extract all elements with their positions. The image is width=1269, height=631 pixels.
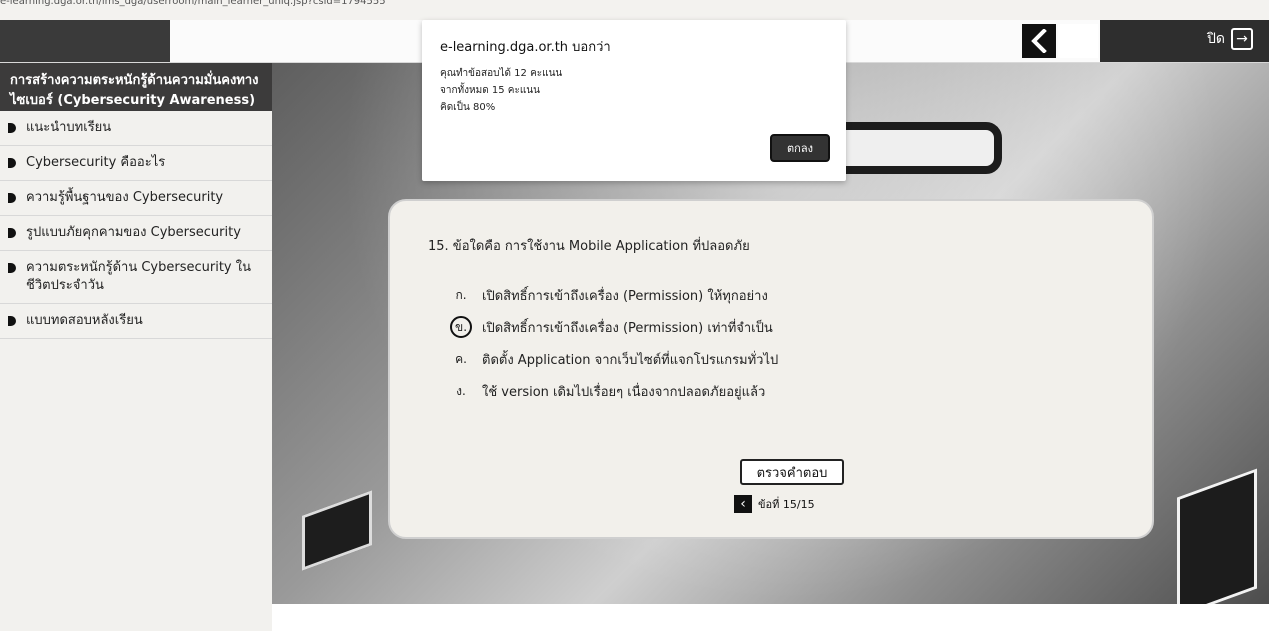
question-navigation: ‹ ข้อที่ 15/15 [734, 495, 815, 513]
dialog-host: e-learning.dga.or.th บอกว่า [440, 40, 611, 55]
close-label: ปิด [1207, 31, 1225, 47]
choice-letter: ค. [455, 351, 467, 366]
choice-text: เปิดสิทธิ์การเข้าถึงเครื่อง (Permission)… [482, 288, 768, 304]
dialog-score-line3: คิดเป็น 80% [440, 102, 496, 113]
lesson-bullet-icon [8, 123, 16, 133]
lesson-label: ความตระหนักรู้ด้าน Cybersecurity ในชีวิต… [26, 260, 251, 293]
chevron-left-icon [1031, 29, 1047, 53]
question-text: 15. ข้อใดคือ การใช้งาน Mobile Applicatio… [428, 239, 750, 254]
decorative-shape [1177, 468, 1257, 618]
lesson-label: แนะนำบทเรียน [26, 120, 112, 135]
alert-dialog: e-learning.dga.or.th บอกว่า คุณทำข้อสอบไ… [422, 20, 846, 181]
lesson-bullet-icon [8, 263, 16, 273]
lesson-item[interactable]: Cybersecurity คืออะไร [0, 146, 272, 181]
check-answer-button[interactable]: ตรวจคำตอบ [740, 459, 844, 485]
choice-text: ใช้ version เดิมไปเรื่อยๆ เนื่องจากปลอดภ… [482, 384, 766, 400]
choice-item[interactable]: ค. ติดตั้ง Application จากเว็บไซต์ที่แจก… [450, 343, 778, 375]
lesson-bullet-icon [8, 316, 16, 326]
decorative-shape [302, 490, 372, 571]
exit-icon: → [1231, 28, 1253, 50]
dialog-score-line1: คุณทำข้อสอบได้ 12 คะแนน [440, 68, 563, 79]
lesson-label: ความรู้พื้นฐานของ Cybersecurity [26, 190, 224, 205]
choice-letter: ก. [455, 287, 467, 302]
choice-item-selected[interactable]: ข. เปิดสิทธิ์การเข้าถึงเครื่อง (Permissi… [450, 311, 778, 343]
topbar-left-block [0, 20, 170, 62]
lesson-bullet-icon [8, 158, 16, 168]
choice-letter: ง. [456, 383, 466, 398]
topbar-square [1058, 24, 1098, 58]
lesson-item[interactable]: ความรู้พื้นฐานของ Cybersecurity [0, 181, 272, 216]
choice-letter-selected: ข. [450, 316, 472, 338]
course-sidebar: การสร้างความตระหนักรู้ด้านความมั่นคงทาง … [0, 63, 272, 631]
lesson-label: Cybersecurity คืออะไร [26, 155, 166, 170]
lesson-label: รูปแบบภัยคุกคามของ Cybersecurity [26, 225, 241, 240]
browser-url: e-learning.dga.or.th/lms_dga/userroom/ma… [0, 0, 386, 7]
back-button[interactable] [1022, 24, 1056, 58]
close-course-button[interactable]: ปิด → [1207, 28, 1253, 50]
choice-list: ก. เปิดสิทธิ์การเข้าถึงเครื่อง (Permissi… [450, 279, 778, 407]
ok-button[interactable]: ตกลง [770, 134, 830, 162]
question-card: 15. ข้อใดคือ การใช้งาน Mobile Applicatio… [388, 199, 1154, 539]
topbar-right-block: ปิด → [1100, 20, 1269, 62]
choice-text: ติดตั้ง Application จากเว็บไซต์ที่แจกโปร… [482, 352, 779, 368]
content-footer [272, 604, 1269, 631]
course-title: การสร้างความตระหนักรู้ด้านความมั่นคงทาง … [0, 63, 272, 111]
previous-question-icon[interactable]: ‹ [734, 495, 752, 513]
lesson-item[interactable]: ความตระหนักรู้ด้าน Cybersecurity ในชีวิต… [0, 251, 272, 304]
lesson-bullet-icon [8, 228, 16, 238]
dialog-score-line2: จากทั้งหมด 15 คะแนน [440, 85, 540, 96]
choice-item[interactable]: ก. เปิดสิทธิ์การเข้าถึงเครื่อง (Permissi… [450, 279, 778, 311]
lesson-item[interactable]: รูปแบบภัยคุกคามของ Cybersecurity [0, 216, 272, 251]
course-title-line2: ไซเบอร์ (Cybersecurity Awareness) [10, 93, 256, 108]
lesson-label: แบบทดสอบหลังเรียน [26, 313, 143, 328]
course-title-line1: การสร้างความตระหนักรู้ด้านความมั่นคงทาง [10, 73, 259, 88]
question-counter: ข้อที่ 15/15 [758, 498, 815, 511]
lesson-item[interactable]: แบบทดสอบหลังเรียน [0, 304, 272, 339]
choice-item[interactable]: ง. ใช้ version เดิมไปเรื่อยๆ เนื่องจากปล… [450, 375, 778, 407]
choice-text: เปิดสิทธิ์การเข้าถึงเครื่อง (Permission)… [482, 320, 773, 336]
lesson-item[interactable]: แนะนำบทเรียน [0, 111, 272, 146]
lesson-bullet-icon [8, 193, 16, 203]
